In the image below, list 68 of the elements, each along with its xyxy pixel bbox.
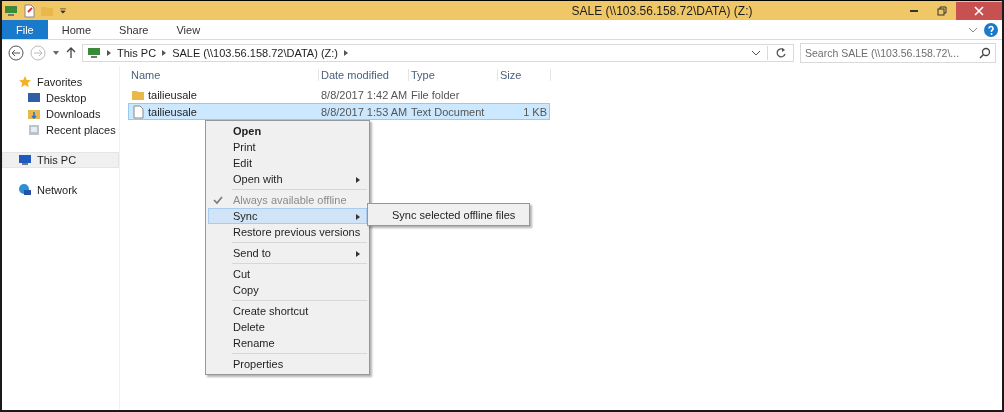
menu-item[interactable]: Edit <box>208 155 367 171</box>
table-cell-text: 1 KB <box>522 105 548 118</box>
desktop-icon <box>27 91 41 105</box>
chevron-icon <box>107 50 111 56</box>
table-cell-text: Text Document <box>410 105 486 118</box>
ribbon-tab[interactable]: View <box>162 20 215 39</box>
up-arrow-icon[interactable] <box>66 47 76 59</box>
chevron-icon <box>344 50 348 56</box>
search-icon[interactable] <box>979 47 991 59</box>
submenu-arrow-icon <box>356 214 360 220</box>
network-drive-icon <box>4 3 18 18</box>
file-row[interactable]: tailieusale 8/8/2017 1:53 AM Text Document 1 KB <box>128 103 550 120</box>
menu-item[interactable]: Create shortcut <box>208 303 367 319</box>
sidebar-item[interactable]: Favorites <box>2 74 119 90</box>
expand-ribbon-icon[interactable] <box>968 26 978 33</box>
sidebar-item[interactable]: Desktop <box>2 90 119 106</box>
restore-icon <box>937 5 947 16</box>
table-cell-text: 8/8/2017 1:53 AM <box>320 105 409 118</box>
close-button[interactable] <box>956 1 1002 20</box>
column-header[interactable]: Name <box>129 69 319 81</box>
sidebar-item[interactable]: This PC <box>2 152 119 168</box>
folder-download-icon <box>27 107 41 121</box>
menu-item[interactable]: Rename <box>208 335 367 351</box>
breadcrumb-item[interactable]: SALE (\\103.56.158.72\DATA) (Z:) <box>172 47 338 59</box>
menu-item[interactable]: Delete <box>208 319 367 335</box>
menu-item[interactable]: Sync selected offline files <box>368 206 529 223</box>
search-field[interactable]: Search SALE (\\103.56.158.72\... <box>800 43 996 63</box>
network-drive-icon <box>87 46 101 60</box>
close-icon <box>974 5 984 16</box>
submenu-arrow-icon <box>356 177 360 183</box>
menu-item[interactable]: Open with <box>208 171 367 187</box>
menu-item[interactable]: Send to <box>208 245 367 261</box>
network-icon <box>18 183 32 197</box>
file-row[interactable]: tailieusale 8/8/2017 1:42 AM File folder <box>128 86 550 103</box>
chevron-icon <box>162 50 167 56</box>
column-header[interactable]: Date modified <box>319 69 409 81</box>
ribbon-tab[interactable]: File <box>2 20 48 39</box>
document-icon <box>131 104 145 119</box>
star-icon <box>18 75 32 89</box>
sidebar-item[interactable]: Downloads <box>2 106 119 122</box>
recent-locations-icon[interactable] <box>52 50 60 56</box>
menu-item[interactable]: Restore previous versions <box>208 224 367 240</box>
dropdown-icon <box>58 5 68 16</box>
sidebar-item[interactable]: Recent places <box>2 122 119 138</box>
file-name: tailieusale <box>148 105 197 118</box>
dropdown-icon[interactable] <box>751 50 761 56</box>
ribbon-tab[interactable]: Share <box>105 20 163 39</box>
window-title: SALE (\\103.56.158.72\DATA) (Z:) <box>570 3 754 18</box>
address-bar[interactable]: This PC SALE (\\103.56.158.72\DATA) (Z:) <box>82 44 794 62</box>
menu-item[interactable]: Open <box>208 123 367 139</box>
sidebar-item[interactable]: Network <box>2 182 119 198</box>
table-cell-text: 8/8/2017 1:42 AM <box>320 88 409 101</box>
back-button[interactable] <box>8 45 24 61</box>
menu-item[interactable]: Cut <box>208 266 367 282</box>
column-header[interactable]: Type <box>409 69 498 81</box>
column-header[interactable]: Size <box>498 69 551 81</box>
menu-item[interactable]: Copy <box>208 282 367 298</box>
help-icon[interactable] <box>984 22 998 37</box>
table-cell-text: File folder <box>410 88 461 101</box>
breadcrumb-item[interactable]: This PC <box>117 47 157 59</box>
computer-icon <box>18 153 32 167</box>
minimize-icon <box>910 9 918 12</box>
submenu-arrow-icon <box>356 251 360 257</box>
menu-item[interactable]: Properties <box>208 356 367 372</box>
file-name: tailieusale <box>148 88 197 101</box>
ribbon-tab[interactable]: Home <box>47 20 106 39</box>
menu-item[interactable]: Print <box>208 139 367 155</box>
menu-item[interactable]: Sync <box>208 208 367 224</box>
